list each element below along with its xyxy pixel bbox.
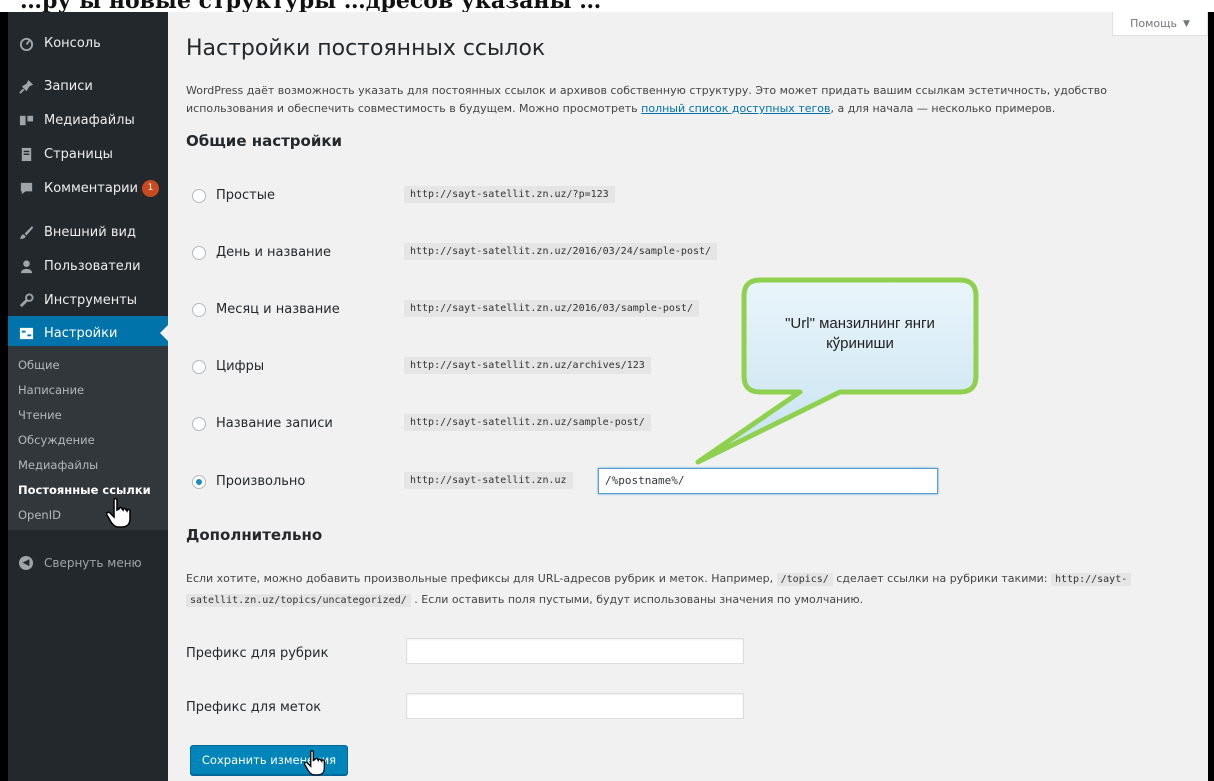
permalink-option-post-name: Название записи http://sayt-satellit.zn.… <box>186 410 1186 440</box>
hand-cursor-icon <box>106 498 131 528</box>
submenu-item-media[interactable]: Медиафайлы <box>18 458 98 472</box>
permalink-example: http://sayt-satellit.zn.uz/sample-post/ <box>404 414 651 431</box>
sidebar-item-label: Пользователи <box>44 258 141 274</box>
comments-count-badge: 1 <box>141 179 159 197</box>
permalink-option-label: Простые <box>216 188 275 203</box>
collapse-icon: ◀ <box>8 556 44 570</box>
tools-icon <box>8 292 44 308</box>
submenu-item-reading[interactable]: Чтение <box>18 408 62 422</box>
sidebar-item-settings[interactable]: Настройки <box>8 316 168 350</box>
permalink-radio-plain[interactable] <box>192 189 206 203</box>
sidebar-item-users[interactable]: Пользователи <box>8 249 168 283</box>
callout-bubble-shape <box>695 277 979 465</box>
sidebar-item-label: Настройки <box>44 325 118 341</box>
sidebar-item-label: Медиафайлы <box>44 112 135 128</box>
callout-line: кўриниши <box>826 335 894 352</box>
collapse-menu-label: Свернуть меню <box>44 556 142 570</box>
permalink-option-label: Название записи <box>216 416 333 431</box>
example-code: satellit.zn.uz/topics/uncategorized/ <box>186 594 411 607</box>
permalink-option-label: Цифры <box>216 359 265 374</box>
media-icon <box>8 113 44 128</box>
permalink-option-custom: Произвольно http://sayt-satellit.zn.uz /… <box>186 468 1186 498</box>
tag-base-label: Префикс для меток <box>186 700 322 715</box>
permalink-option-label: Месяц и название <box>216 302 340 317</box>
hand-cursor-icon <box>304 750 325 776</box>
permalink-option-plain: Простые http://sayt-satellit.zn.uz/?p=12… <box>186 182 1186 212</box>
annotation-callout: "Url" манзилнинг янги кўриниши <box>695 276 980 465</box>
example-code: /topics/ <box>776 573 833 586</box>
submenu-item-discussion[interactable]: Обсуждение <box>18 433 95 447</box>
permalink-radio-post-name[interactable] <box>192 417 206 431</box>
permalink-option-label: Произвольно <box>216 474 306 489</box>
sidebar-item-label: Записи <box>44 78 93 94</box>
users-icon <box>8 259 44 274</box>
sidebar-item-label: Инструменты <box>44 292 138 308</box>
comments-icon <box>8 181 44 196</box>
collapse-menu-button[interactable]: ◀ Свернуть меню <box>8 548 168 578</box>
permalink-option-day-name: День и название http://sayt-satellit.zn.… <box>186 239 1186 269</box>
submenu-item-permalinks[interactable]: Постоянные ссылки <box>18 483 151 497</box>
permalink-radio-month-name[interactable] <box>192 303 206 317</box>
permalink-example: http://sayt-satellit.zn.uz <box>404 472 573 489</box>
sidebar-item-appearance[interactable]: Внешний вид <box>8 215 168 249</box>
permalink-example: http://sayt-satellit.zn.uz/archives/123 <box>404 357 651 374</box>
optional-description: Если хотите, можно добавить произвольные… <box>186 569 1186 611</box>
tag-base-input[interactable] <box>406 693 744 719</box>
sidebar-item-label: Внешний вид <box>44 224 136 240</box>
intro-text: WordPress даёт возможность указать для п… <box>186 82 1176 118</box>
admin-window: Консоль Записи Медиафайлы Страницы Комме… <box>8 12 1208 781</box>
permalink-option-numeric: Цифры http://sayt-satellit.zn.uz/archive… <box>186 353 1186 383</box>
optional-text-part: сделает ссылки на рубрики такими: <box>832 572 1051 585</box>
callout-line: "Url" манзилнинг янги <box>785 315 935 332</box>
appearance-icon <box>8 225 44 240</box>
sidebar-item-tools[interactable]: Инструменты <box>8 283 168 317</box>
category-base-input[interactable] <box>406 638 744 664</box>
screenshot-frame: Консоль Записи Медиафайлы Страницы Комме… <box>0 12 1214 781</box>
page-title: Настройки постоянных ссылок <box>186 36 546 61</box>
permalink-example: http://sayt-satellit.zn.uz/2016/03/sampl… <box>404 300 699 317</box>
example-code: http://sayt- <box>1051 573 1132 586</box>
permalink-radio-day-name[interactable] <box>192 246 206 260</box>
sidebar-item-label: Консоль <box>44 35 101 51</box>
permalink-example: http://sayt-satellit.zn.uz/2016/03/24/sa… <box>404 243 718 260</box>
sidebar-item-dashboard[interactable]: Консоль <box>8 26 168 60</box>
intro-text-part: , а для начала — несколько примеров. <box>830 102 1056 115</box>
sidebar-item-comments[interactable]: Комментарии 1 <box>8 171 168 205</box>
sidebar-item-pages[interactable]: Страницы <box>8 137 168 171</box>
sidebar-item-label: Комментарии <box>44 180 138 196</box>
permalink-example: http://sayt-satellit.zn.uz/?p=123 <box>404 186 615 203</box>
submenu-item-writing[interactable]: Написание <box>18 383 84 397</box>
permalink-radio-custom[interactable] <box>192 475 206 489</box>
dashboard-icon <box>8 36 44 51</box>
pin-icon <box>8 79 44 94</box>
permalink-option-month-name: Месяц и название http://sayt-satellit.zn… <box>186 296 1186 326</box>
settings-submenu: Общие Написание Чтение Обсуждение Медиаф… <box>8 346 168 530</box>
optional-heading: Дополнительно <box>186 526 323 544</box>
main-content: Настройки постоянных ссылок WordPress да… <box>186 12 1196 781</box>
callout-text: "Url" манзилнинг янги кўриниши <box>740 314 980 354</box>
common-settings-heading: Общие настройки <box>186 132 343 150</box>
optional-text-part: Если хотите, можно добавить произвольные… <box>186 572 777 585</box>
sidebar-item-media[interactable]: Медиафайлы <box>8 103 168 137</box>
sidebar-item-label: Страницы <box>44 146 113 162</box>
admin-sidebar: Консоль Записи Медиафайлы Страницы Комме… <box>8 12 168 781</box>
settings-icon <box>8 326 44 341</box>
submenu-item-openid[interactable]: OpenID <box>18 508 61 522</box>
permalink-radio-numeric[interactable] <box>192 360 206 374</box>
submenu-item-general[interactable]: Общие <box>18 358 60 372</box>
sidebar-item-posts[interactable]: Записи <box>8 69 168 103</box>
category-base-label: Префикс для рубрик <box>186 646 329 661</box>
tags-list-link[interactable]: полный список доступных тегов <box>641 102 830 115</box>
optional-text-part: . Если оставить поля пустыми, будут испо… <box>410 593 864 606</box>
permalink-option-label: День и название <box>216 245 331 260</box>
pages-icon <box>8 147 44 162</box>
